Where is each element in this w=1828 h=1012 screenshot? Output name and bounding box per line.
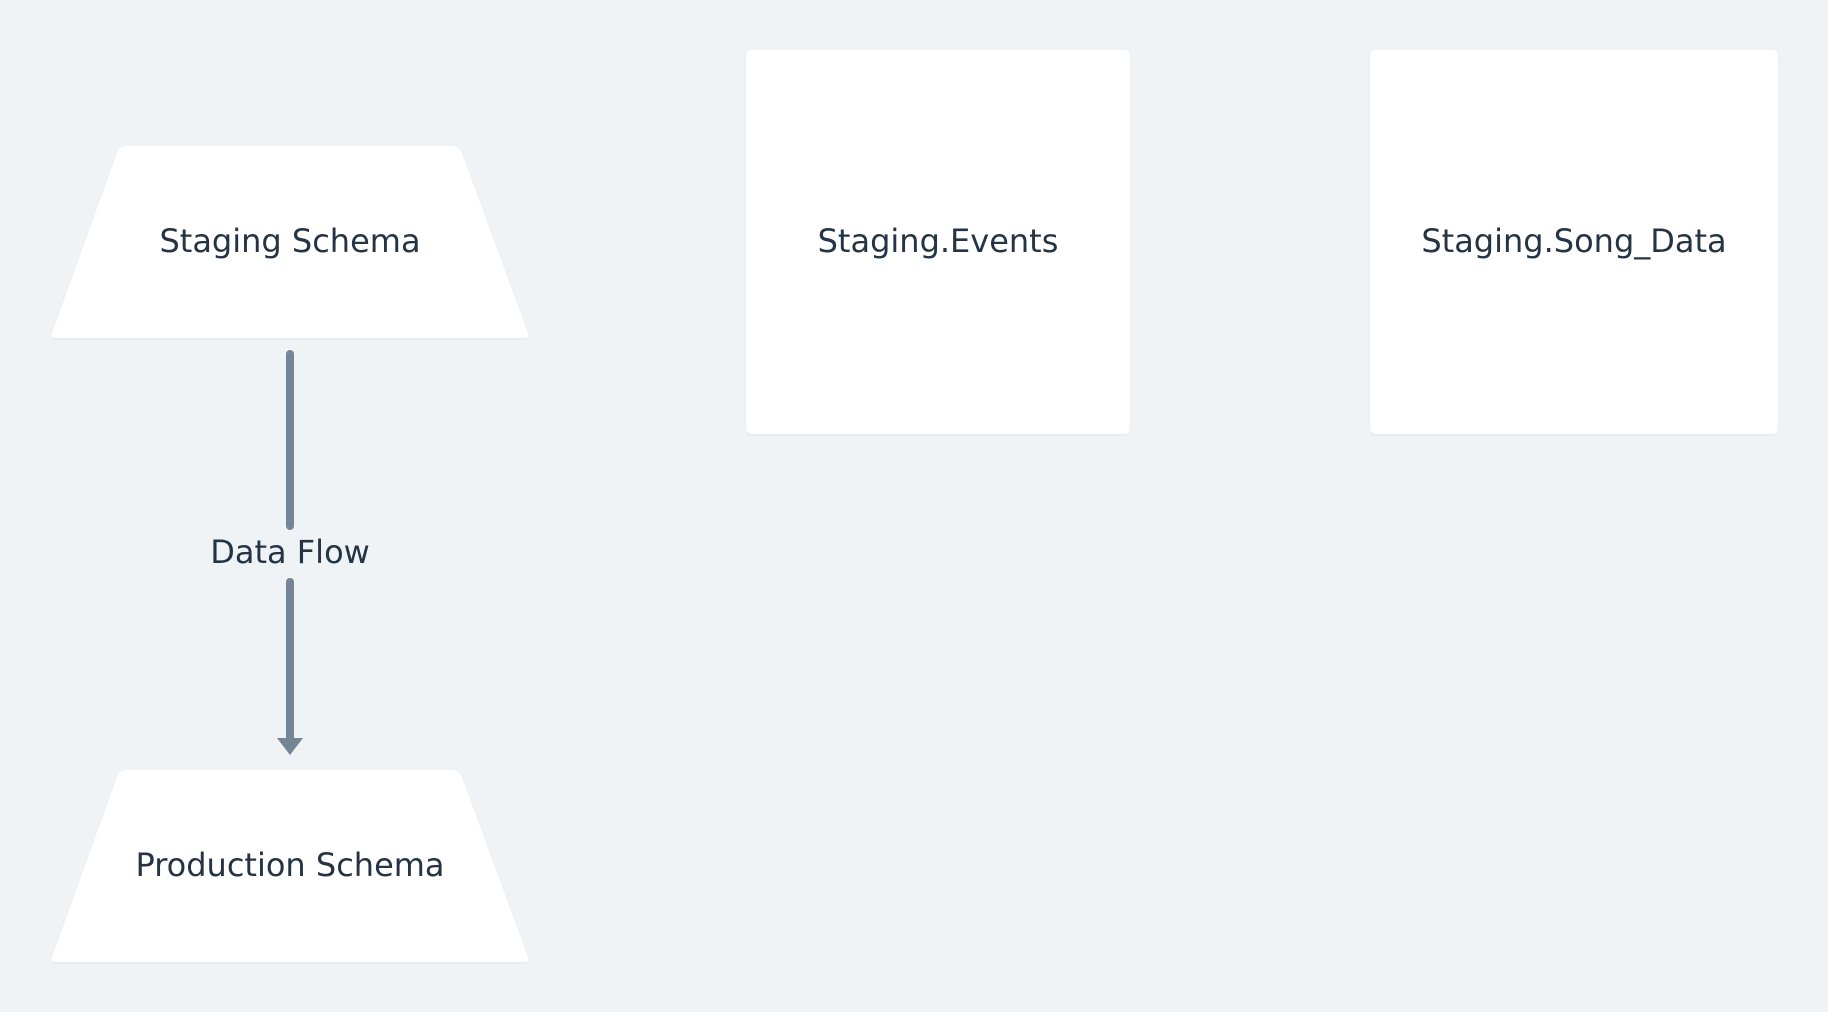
edge-label: Data Flow [210,533,370,571]
diagram-canvas: Staging Schema Data Flow Production Sche… [0,0,1828,1012]
node-production-schema[interactable]: Production Schema [51,770,529,962]
staging-schema-label: Staging Schema [159,222,420,260]
node-staging-events[interactable]: Staging.Events [746,50,1130,434]
node-staging-song-data[interactable]: Staging.Song_Data [1370,50,1778,434]
flow-diagram: Staging Schema Data Flow Production Sche… [51,50,1778,962]
node-staging-schema[interactable]: Staging Schema [51,146,529,338]
production-schema-label: Production Schema [135,846,444,884]
staging-song-data-label: Staging.Song_Data [1421,222,1726,260]
arrowhead-icon [277,738,303,755]
edge-data-flow[interactable]: Data Flow [210,350,370,755]
staging-events-label: Staging.Events [818,222,1059,260]
